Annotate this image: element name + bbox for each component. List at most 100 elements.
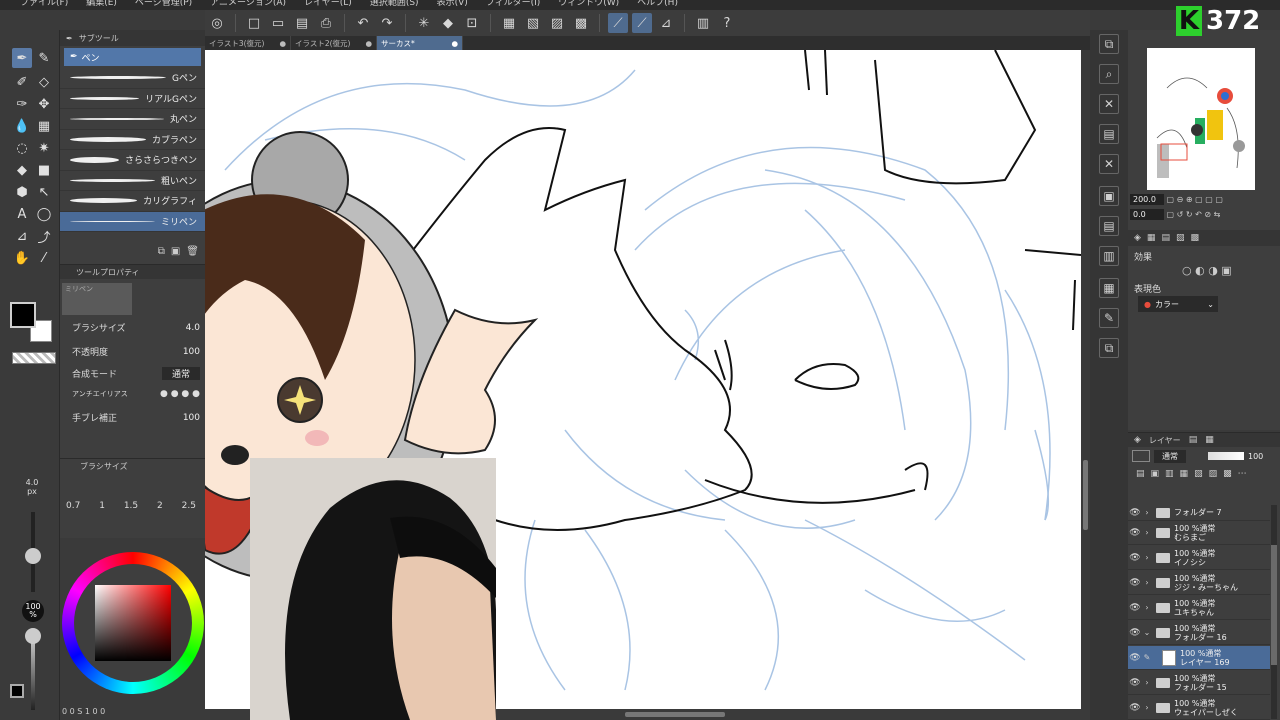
material-icon[interactable]: ✕ <box>1099 94 1119 114</box>
navigator-icon[interactable]: ⧉ <box>1099 34 1119 54</box>
chevron-right-icon[interactable]: › <box>1142 678 1152 687</box>
layer-color-swatch[interactable] <box>1132 450 1150 462</box>
layer-blend-select[interactable]: 通常 <box>1154 449 1186 463</box>
help-icon[interactable]: ? <box>717 13 737 33</box>
open-folder-icon[interactable]: ▭ <box>268 13 288 33</box>
tab-illust3[interactable]: イラスト3(復元) ● <box>205 36 291 50</box>
snap-special-ruler-icon[interactable]: ⟋ <box>632 13 652 33</box>
transparent-color-swatch[interactable] <box>12 352 56 364</box>
color-wheel[interactable] <box>62 552 204 694</box>
menu-window[interactable]: ウィンドウ(W) <box>558 0 619 10</box>
invert-selection-icon[interactable]: ▨ <box>547 13 567 33</box>
tool-icon[interactable]: ▣ <box>1151 469 1160 479</box>
settings-icon[interactable]: ▥ <box>693 13 713 33</box>
menu-filter[interactable]: フィルター(I) <box>486 0 541 10</box>
tool-icon[interactable]: ▥ <box>1165 469 1174 479</box>
decoration-tool-icon[interactable]: ✑ <box>12 94 32 114</box>
tab-icon[interactable]: ▩ <box>1190 233 1199 243</box>
quick-access-icon[interactable]: ⧉ <box>1099 338 1119 358</box>
eyedropper-tool-icon[interactable]: ⁄ <box>34 248 54 268</box>
brush-round-pen[interactable]: 丸ペン <box>60 109 205 130</box>
transform-icon[interactable]: ⊡ <box>462 13 482 33</box>
move-tool-icon[interactable]: ✥ <box>34 94 54 114</box>
eye-icon[interactable]: 👁 <box>1128 703 1142 713</box>
eye-icon[interactable]: 👁 <box>1128 678 1142 688</box>
new-file-icon[interactable]: □ <box>244 13 264 33</box>
tab-icon[interactable]: ▧ <box>1176 233 1185 243</box>
close-icon[interactable]: ● <box>279 39 286 48</box>
blend-mode-row[interactable]: 合成モード 通常 <box>72 367 200 380</box>
size-slider-handle[interactable] <box>25 548 41 564</box>
chevron-right-icon[interactable]: › <box>1142 703 1152 712</box>
layer-row[interactable]: 👁 ⌄ 100 %通常 フォルダー 16 <box>1128 621 1270 645</box>
antialias-row[interactable]: アンチエイリアス ● ● ● ● <box>72 389 200 399</box>
figure-tool-icon[interactable]: ⬢ <box>12 182 32 202</box>
effect-buttons[interactable]: ○ ◐ ◑ ▣ <box>1182 264 1232 277</box>
brush-g-pen[interactable]: Gペン <box>60 68 205 89</box>
eye-icon[interactable]: 👁 <box>1128 508 1142 518</box>
print-icon[interactable]: ⎙ <box>316 13 336 33</box>
brush-sarasara-pen[interactable]: さらさらつきペン <box>60 150 205 171</box>
menu-view[interactable]: 表示(V) <box>437 0 468 10</box>
brush-size-row[interactable]: ブラシサイズ 4.0 <box>72 321 200 335</box>
layer-row-active[interactable]: 👁 ✎ 100 %通常 レイヤー 169 <box>1128 646 1270 670</box>
eye-icon[interactable]: 👁 <box>1128 628 1142 638</box>
antialias-options[interactable]: ● ● ● ● <box>160 389 200 399</box>
angle-field[interactable]: 0.0 <box>1130 209 1164 220</box>
delete-subtool-icon[interactable]: 🗑 <box>186 246 199 257</box>
ruler-tool-icon[interactable]: ⊿ <box>12 226 32 246</box>
snap-grid-icon[interactable]: ⊿ <box>656 13 676 33</box>
select-all-icon[interactable]: ▦ <box>499 13 519 33</box>
layer-row[interactable]: 👁 › 100 %通常 イノシシ <box>1128 546 1270 570</box>
eye-icon[interactable]: 👁 <box>1128 528 1142 538</box>
menu-page[interactable]: ページ管理(P) <box>135 0 192 10</box>
scroll-thumb[interactable] <box>1083 460 1088 530</box>
hand-tool-icon[interactable]: ✋ <box>12 248 32 268</box>
chevron-down-icon[interactable]: ⌄ <box>1142 628 1152 637</box>
blend-tool-icon[interactable]: 💧 <box>12 116 32 136</box>
item-bank-icon[interactable]: ▣ <box>1099 186 1119 206</box>
chevron-right-icon[interactable]: › <box>1142 528 1152 537</box>
eye-icon[interactable]: 👁 <box>1128 578 1142 588</box>
brush-calligraphy[interactable]: カリグラフィ <box>60 191 205 212</box>
layer-opacity-slider[interactable] <box>1208 452 1244 460</box>
close-icon[interactable]: ● <box>451 39 458 48</box>
eye-icon[interactable]: 👁 <box>1128 553 1142 563</box>
copy-subtool-icon[interactable]: ⧉ <box>158 246 165 257</box>
fill-icon[interactable]: ◆ <box>438 13 458 33</box>
stabilization-row[interactable]: 手ブレ補正 100 <box>72 411 200 425</box>
pencil-tool-icon[interactable]: ✎ <box>34 48 54 68</box>
tab-icon[interactable]: ▦ <box>1147 233 1156 243</box>
size-preset[interactable]: 0.7 <box>66 501 80 511</box>
expression-color-select[interactable]: ● カラー ⌄ <box>1138 296 1218 312</box>
grid-tool-icon[interactable]: ▦ <box>34 116 54 136</box>
tab-icon[interactable]: ▤ <box>1161 233 1170 243</box>
menu-edit[interactable]: 編集(E) <box>86 0 117 10</box>
menu-file[interactable]: ファイル(F) <box>20 0 68 10</box>
menu-animation[interactable]: アニメーション(A) <box>210 0 286 10</box>
edit-icon[interactable]: ✎ <box>1099 308 1119 328</box>
undo-icon[interactable]: ↶ <box>353 13 373 33</box>
tool-icon[interactable]: ⋯ <box>1238 469 1247 479</box>
timeline-icon[interactable]: ▦ <box>1099 278 1119 298</box>
chevron-right-icon[interactable]: › <box>1142 603 1152 612</box>
tab-icon[interactable]: ▦ <box>1205 435 1214 445</box>
layer-row[interactable]: 👁 › フォルダー 7 <box>1128 505 1270 521</box>
rotate-buttons[interactable]: ▢ ↺ ↻ ↶ ⊘ ⇆ <box>1167 210 1221 219</box>
expand-selection-icon[interactable]: ▩ <box>571 13 591 33</box>
vertical-scrollbar[interactable] <box>1081 50 1090 710</box>
size-preset[interactable]: 1 <box>99 501 105 511</box>
operation-tool-icon[interactable]: ↖ <box>34 182 54 202</box>
pen-active-icon[interactable]: ✒ <box>12 48 32 68</box>
subtool-group-pen[interactable]: ✒ ペン <box>64 48 201 66</box>
brush-kabura-pen[interactable]: カブラペン <box>60 130 205 150</box>
chevron-right-icon[interactable]: › <box>1142 553 1152 562</box>
close-icon[interactable]: ● <box>365 39 372 48</box>
menu-layer[interactable]: レイヤー(L) <box>304 0 352 10</box>
saturation-value-square[interactable] <box>95 585 171 661</box>
layer-row[interactable]: 👁 › 100 %通常 フォルダー 15 <box>1128 671 1270 695</box>
layer-row[interactable]: 👁 › 100 %通常 むらまご <box>1128 521 1270 545</box>
layer-row[interactable]: 👁 › 100 %通常 ウェイパーしぜく <box>1128 696 1270 720</box>
animation-icon[interactable]: ▥ <box>1099 246 1119 266</box>
opacity-row[interactable]: 不透明度 100 <box>72 345 200 359</box>
